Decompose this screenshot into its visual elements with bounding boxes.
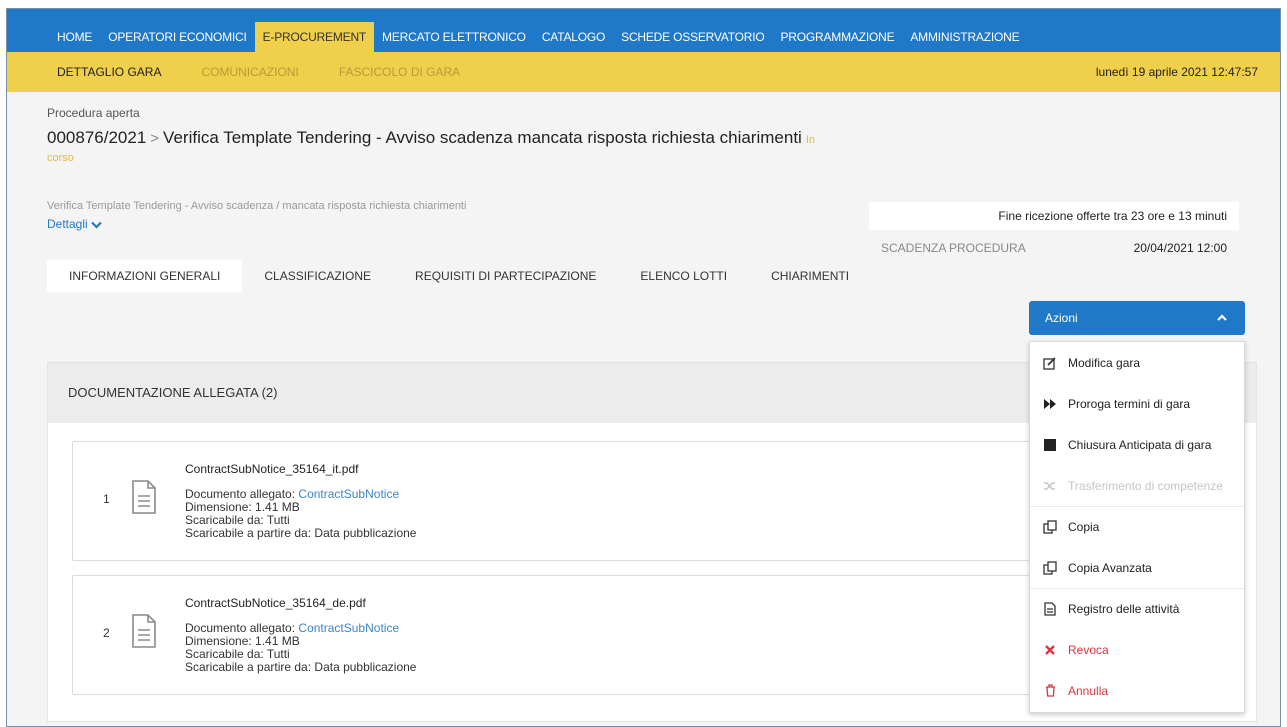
times-icon <box>1042 643 1058 657</box>
menu-item-annulla[interactable]: Annulla <box>1030 670 1244 711</box>
fast-forward-icon <box>1042 397 1058 411</box>
tab-bar: INFORMAZIONI GENERALI CLASSIFICAZIONE RE… <box>47 260 871 292</box>
tab-elenco-lotti[interactable]: ELENCO LOTTI <box>618 260 749 292</box>
attached-document-link[interactable]: ContractSubNotice <box>298 621 399 635</box>
sub-navigation: DETTAGLIO GARA COMUNICAZIONI FASCICOLO D… <box>7 52 1280 92</box>
tab-informazioni-generali[interactable]: INFORMAZIONI GENERALI <box>47 260 243 292</box>
menu-item-label: Copia Avanzata <box>1068 560 1152 575</box>
attached-label: Documento allegato: <box>185 487 299 501</box>
tab-classificazione[interactable]: CLASSIFICAZIONE <box>242 260 393 292</box>
actions-button-label: Azioni <box>1045 311 1078 325</box>
attached-label: Documento allegato: <box>185 621 299 635</box>
tab-chiarimenti[interactable]: CHIARIMENTI <box>749 260 871 292</box>
menu-item-label: Trasferimento di competenze <box>1068 478 1223 493</box>
document-downloadable-from: Scaricabile a partire da: Data pubblicaz… <box>185 526 417 540</box>
procedure-code: 000876/2021 <box>47 128 147 147</box>
current-datetime: lunedì 19 aprile 2021 12:47:57 <box>1095 65 1258 79</box>
deadline-countdown: Fine ricezione offerte tra 23 ore e 13 m… <box>869 202 1239 230</box>
nav-amministrazione[interactable]: AMMINISTRAZIONE <box>902 22 1027 52</box>
menu-item-revoca[interactable]: Revoca <box>1030 629 1244 670</box>
stop-icon <box>1042 438 1058 452</box>
menu-item-label: Proroga termini di gara <box>1068 396 1191 411</box>
chevron-down-icon <box>91 221 102 229</box>
file-text-icon <box>1042 602 1058 616</box>
menu-item-label: Annulla <box>1068 683 1109 698</box>
deadline-label: SCADENZA PROCEDURA <box>881 241 1026 255</box>
copy-icon <box>1042 560 1058 575</box>
menu-item-label: Registro delle attività <box>1068 602 1180 616</box>
copy-icon <box>1042 520 1058 534</box>
procedure-description: Verifica Template Tendering - Avviso sca… <box>47 200 467 212</box>
nav-mercato-elettronico[interactable]: MERCATO ELETTRONICO <box>374 22 534 52</box>
document-filename[interactable]: ContractSubNotice_35164_it.pdf <box>185 462 358 476</box>
page-title: 000876/2021 > Verifica Template Tendering … <box>47 128 827 166</box>
procedure-header: Procedura aperta 000876/2021 > Verifica Te… <box>7 92 1280 292</box>
nav-e-procurement[interactable]: E-PROCUREMENT <box>254 22 375 52</box>
menu-item-proroga-termini[interactable]: Proroga termini di gara <box>1030 383 1244 424</box>
menu-item-registro-attivita[interactable]: Registro delle attività <box>1030 588 1244 629</box>
chevron-right-icon: > <box>150 130 160 147</box>
procedure-title: Verifica Template Tendering - Avviso sca… <box>163 128 802 147</box>
subnav-dettaglio-gara[interactable]: DETTAGLIO GARA <box>57 65 161 79</box>
subnav-comunicazioni[interactable]: COMUNICAZIONI <box>201 65 298 79</box>
menu-item-copia[interactable]: Copia <box>1030 506 1244 547</box>
file-document-icon[interactable] <box>131 614 157 648</box>
actions-menu: Modifica gara Proroga termini di gara Ch… <box>1029 341 1245 713</box>
procedure-type: Procedura aperta <box>47 106 140 120</box>
menu-item-label: Revoca <box>1068 642 1109 657</box>
menu-item-label: Chiusura Anticipata di gara <box>1068 437 1212 452</box>
menu-item-trasferimento-competenze: Trasferimento di competenze <box>1030 465 1244 506</box>
nav-home[interactable]: HOME <box>49 22 100 52</box>
tab-requisiti-di-partecipazione[interactable]: REQUISITI DI PARTECIPAZIONE <box>393 260 618 292</box>
subnav-fascicolo-di-gara[interactable]: FASCICOLO DI GARA <box>339 65 460 79</box>
menu-item-label: Copia <box>1068 520 1100 534</box>
document-number: 2 <box>103 626 110 640</box>
deadline-panel: Fine ricezione offerte tra 23 ore e 13 m… <box>869 202 1239 266</box>
chevron-up-icon <box>1217 314 1227 321</box>
file-document-icon[interactable] <box>131 480 157 514</box>
attached-document-link[interactable]: ContractSubNotice <box>298 487 399 501</box>
details-toggle[interactable]: Dettagli <box>47 217 102 231</box>
top-navigation: HOME OPERATORI ECONOMICI E-PROCUREMENT M… <box>7 9 1280 52</box>
app-frame: HOME OPERATORI ECONOMICI E-PROCUREMENT M… <box>6 8 1281 727</box>
deadline-value: 20/04/2021 12:00 <box>1133 241 1227 255</box>
details-label: Dettagli <box>47 217 88 231</box>
document-filename[interactable]: ContractSubNotice_35164_de.pdf <box>185 596 366 610</box>
nav-programmazione[interactable]: PROGRAMMAZIONE <box>773 22 903 52</box>
edit-icon <box>1042 356 1058 370</box>
document-meta: Documento allegato: ContractSubNotice Di… <box>185 488 416 540</box>
actions-button[interactable]: Azioni <box>1029 301 1245 335</box>
menu-item-modifica-gara[interactable]: Modifica gara <box>1030 342 1244 383</box>
nav-operatori-economici[interactable]: OPERATORI ECONOMICI <box>100 22 254 52</box>
shuffle-icon <box>1042 479 1058 493</box>
trash-icon <box>1042 684 1058 698</box>
menu-item-copia-avanzata[interactable]: Copia Avanzata <box>1030 547 1244 588</box>
document-number: 1 <box>103 492 110 506</box>
document-downloadable-from: Scaricabile a partire da: Data pubblicaz… <box>185 660 417 674</box>
nav-catalogo[interactable]: CATALOGO <box>534 22 613 52</box>
document-meta: Documento allegato: ContractSubNotice Di… <box>185 622 416 674</box>
nav-schede-osservatorio[interactable]: SCHEDE OSSERVATORIO <box>613 22 772 52</box>
menu-item-label: Modifica gara <box>1068 355 1141 370</box>
menu-item-chiusura-anticipata[interactable]: Chiusura Anticipata di gara <box>1030 424 1244 465</box>
